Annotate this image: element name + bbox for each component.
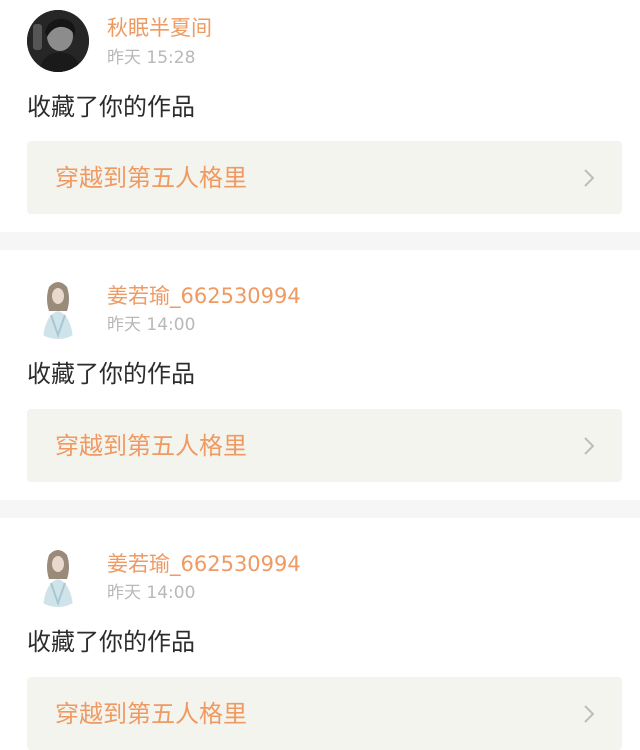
action-text: 收藏了你的作品	[27, 628, 195, 656]
notification-item: 姜若瑜_662530994 昨天 14:00 收藏了你的作品 穿越到第五人格里	[0, 250, 640, 500]
chevron-right-icon	[584, 169, 595, 187]
avatar[interactable]	[27, 10, 89, 72]
work-title: 穿越到第五人格里	[55, 432, 247, 460]
work-title: 穿越到第五人格里	[55, 164, 247, 192]
action-text: 收藏了你的作品	[27, 360, 195, 388]
work-title: 穿越到第五人格里	[55, 700, 247, 728]
notification-item: 姜若瑜_662530994 昨天 14:00 收藏了你的作品 穿越到第五人格里	[0, 518, 640, 750]
dark-portrait-avatar-icon	[27, 10, 89, 72]
notification-item: 秋眠半夏间 昨天 15:28 收藏了你的作品 穿越到第五人格里	[0, 0, 640, 232]
light-portrait-avatar-icon	[27, 545, 89, 607]
action-text: 收藏了你的作品	[27, 93, 195, 121]
light-portrait-avatar-icon	[27, 277, 89, 339]
notification-feed: 秋眠半夏间 昨天 15:28 收藏了你的作品 穿越到第五人格里 姜若瑜_6625…	[0, 0, 640, 750]
separator	[0, 500, 640, 518]
timestamp: 昨天 15:28	[107, 48, 196, 68]
work-card[interactable]: 穿越到第五人格里	[27, 677, 622, 750]
work-card[interactable]: 穿越到第五人格里	[27, 141, 622, 214]
username[interactable]: 姜若瑜_662530994	[107, 551, 301, 577]
username[interactable]: 秋眠半夏间	[107, 15, 212, 41]
avatar[interactable]	[27, 545, 89, 607]
chevron-right-icon	[584, 437, 595, 455]
timestamp: 昨天 14:00	[107, 315, 196, 335]
separator	[0, 232, 640, 250]
work-card[interactable]: 穿越到第五人格里	[27, 409, 622, 482]
chevron-right-icon	[584, 705, 595, 723]
username[interactable]: 姜若瑜_662530994	[107, 283, 301, 309]
avatar[interactable]	[27, 277, 89, 339]
timestamp: 昨天 14:00	[107, 583, 196, 603]
